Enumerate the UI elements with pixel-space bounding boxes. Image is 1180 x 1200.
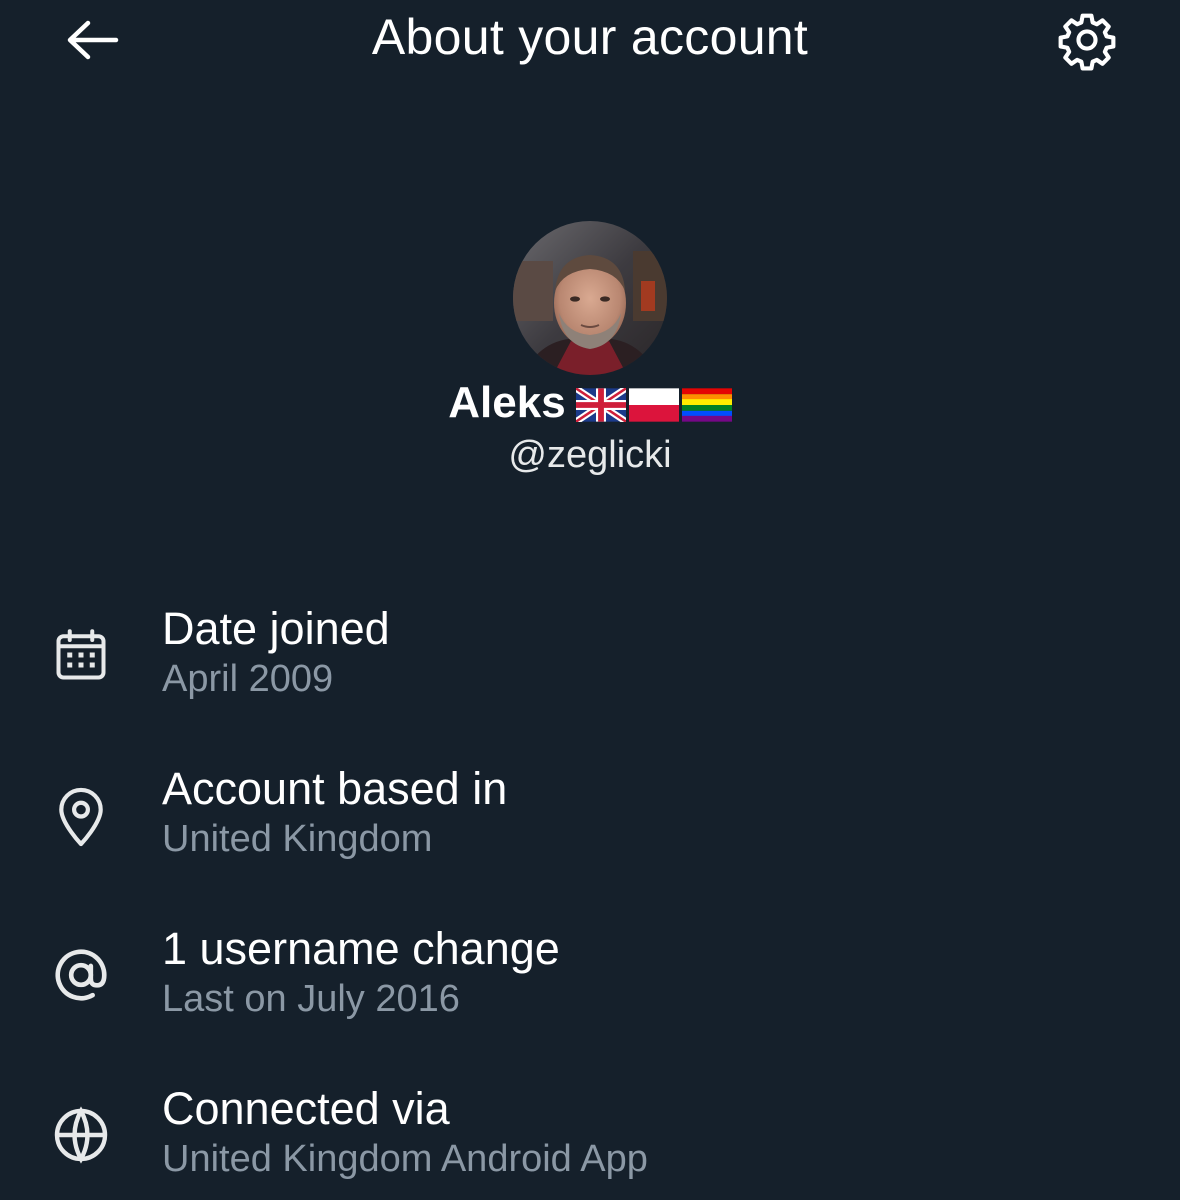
avatar[interactable] bbox=[513, 221, 667, 375]
uk-flag bbox=[575, 388, 626, 422]
info-title: Account based in bbox=[162, 763, 508, 814]
gear-icon bbox=[1058, 13, 1116, 71]
info-subtitle: Last on July 2016 bbox=[162, 978, 460, 1020]
info-title: 1 username change bbox=[162, 923, 560, 974]
flag-emojis bbox=[575, 388, 732, 422]
display-name-row: Aleks bbox=[0, 378, 1180, 428]
poland-flag bbox=[628, 388, 679, 422]
info-item-date-joined: Date joined April 2009 bbox=[0, 600, 1180, 720]
settings-button[interactable] bbox=[1054, 8, 1120, 72]
page-title: About your account bbox=[371, 9, 809, 65]
profile-photo bbox=[513, 221, 667, 375]
info-subtitle: United Kingdom bbox=[162, 818, 433, 860]
display-name: Aleks bbox=[448, 378, 566, 427]
username-handle: @zeglicki bbox=[508, 434, 672, 476]
about-account-page: About your account Aleks @zeglicki Date … bbox=[0, 0, 1180, 1200]
info-title: Connected via bbox=[162, 1083, 450, 1134]
globe-icon bbox=[46, 1100, 116, 1170]
location-pin-icon bbox=[46, 782, 116, 852]
info-item-username-change: 1 username change Last on July 2016 bbox=[0, 920, 1180, 1040]
at-sign-icon bbox=[46, 940, 116, 1010]
rainbow-flag bbox=[681, 388, 732, 422]
info-item-account-based-in: Account based in United Kingdom bbox=[0, 760, 1180, 880]
info-subtitle: April 2009 bbox=[162, 658, 334, 700]
calendar-icon bbox=[46, 620, 116, 690]
info-item-connected-via: Connected via United Kingdom Android App bbox=[0, 1080, 1180, 1200]
info-title: Date joined bbox=[162, 603, 390, 654]
top-app-bar: About your account bbox=[0, 0, 1180, 80]
info-subtitle: United Kingdom Android App bbox=[162, 1138, 648, 1180]
